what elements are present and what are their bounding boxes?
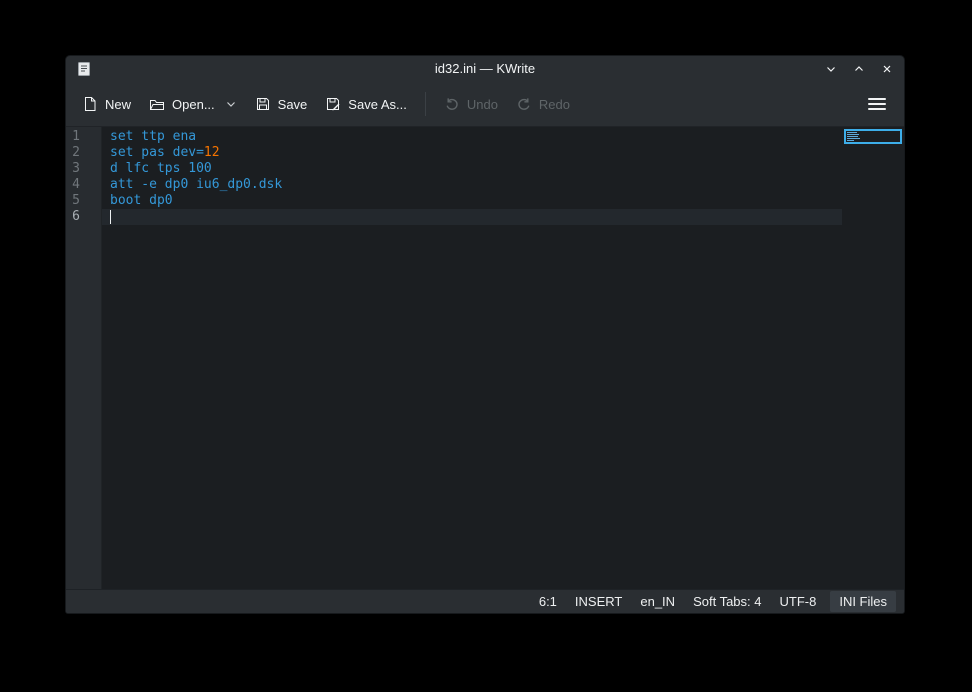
open-button-label: Open...	[172, 97, 215, 112]
line-number-current: 6	[66, 209, 101, 225]
code-line-current[interactable]	[102, 209, 842, 225]
line-number: 5	[66, 193, 101, 209]
code-text: set pas dev=	[110, 145, 204, 160]
code-text: boot dp0	[110, 193, 173, 208]
save-as-button[interactable]: Save As...	[325, 96, 407, 112]
redo-icon	[516, 96, 532, 112]
code-text: att -e dp0 iu6_dp0.dsk	[110, 177, 282, 192]
save-as-button-label: Save As...	[348, 97, 407, 112]
scrollbar-minimap[interactable]	[842, 127, 904, 589]
redo-button-label: Redo	[539, 97, 570, 112]
undo-button-label: Undo	[467, 97, 498, 112]
line-number: 4	[66, 177, 101, 193]
open-split-button: Open...	[149, 96, 237, 112]
save-icon	[255, 96, 271, 112]
code-text: set ttp ena	[110, 129, 196, 144]
editor[interactable]: 1 2 3 4 5 6 set ttp ena set pas dev=12 d…	[66, 127, 904, 589]
minimap-text-marks	[847, 132, 860, 142]
status-dictionary[interactable]: en_IN	[640, 594, 675, 609]
line-number: 2	[66, 145, 101, 161]
new-button-label: New	[105, 97, 131, 112]
redo-button[interactable]: Redo	[516, 96, 570, 112]
status-insert-mode[interactable]: INSERT	[575, 594, 622, 609]
text-cursor	[110, 210, 111, 224]
status-bar: 6:1 INSERT en_IN Soft Tabs: 4 UTF-8 INI …	[66, 589, 904, 613]
maximize-button[interactable]	[852, 62, 866, 76]
undo-icon	[444, 96, 460, 112]
code-line[interactable]: d lfc tps 100	[102, 161, 842, 177]
kwrite-window: id32.ini — KWrite New	[65, 55, 905, 614]
window-controls	[824, 56, 894, 82]
hamburger-menu-icon[interactable]	[866, 94, 888, 114]
code-line[interactable]: set ttp ena	[102, 129, 842, 145]
open-button[interactable]: Open...	[149, 96, 215, 112]
toolbar-separator	[425, 92, 426, 116]
titlebar[interactable]: id32.ini — KWrite	[66, 56, 904, 82]
minimize-button[interactable]	[824, 62, 838, 76]
document-open-icon	[149, 96, 165, 112]
code-line[interactable]: att -e dp0 iu6_dp0.dsk	[102, 177, 842, 193]
code-line[interactable]: set pas dev=12	[102, 145, 842, 161]
line-number: 1	[66, 129, 101, 145]
scrollbar-thumb[interactable]	[844, 129, 902, 144]
new-button[interactable]: New	[82, 96, 131, 112]
open-dropdown-chevron-down-icon[interactable]	[225, 98, 237, 110]
window-title: id32.ini — KWrite	[66, 56, 904, 82]
code-text: d lfc tps 100	[110, 161, 212, 176]
status-encoding[interactable]: UTF-8	[779, 594, 816, 609]
toolbar: New Open...	[66, 82, 904, 127]
save-button[interactable]: Save	[255, 96, 308, 112]
line-number: 3	[66, 161, 101, 177]
undo-button[interactable]: Undo	[444, 96, 498, 112]
save-button-label: Save	[278, 97, 308, 112]
status-filetype[interactable]: INI Files	[830, 591, 896, 612]
status-cursor-position[interactable]: 6:1	[539, 594, 557, 609]
line-number-gutter: 1 2 3 4 5 6	[66, 127, 102, 589]
save-as-icon	[325, 96, 341, 112]
code-number-literal: 12	[204, 145, 220, 160]
text-area[interactable]: set ttp ena set pas dev=12 d lfc tps 100…	[102, 127, 842, 589]
document-new-icon	[82, 96, 98, 112]
status-tab-mode[interactable]: Soft Tabs: 4	[693, 594, 761, 609]
close-button[interactable]	[880, 62, 894, 76]
code-line[interactable]: boot dp0	[102, 193, 842, 209]
